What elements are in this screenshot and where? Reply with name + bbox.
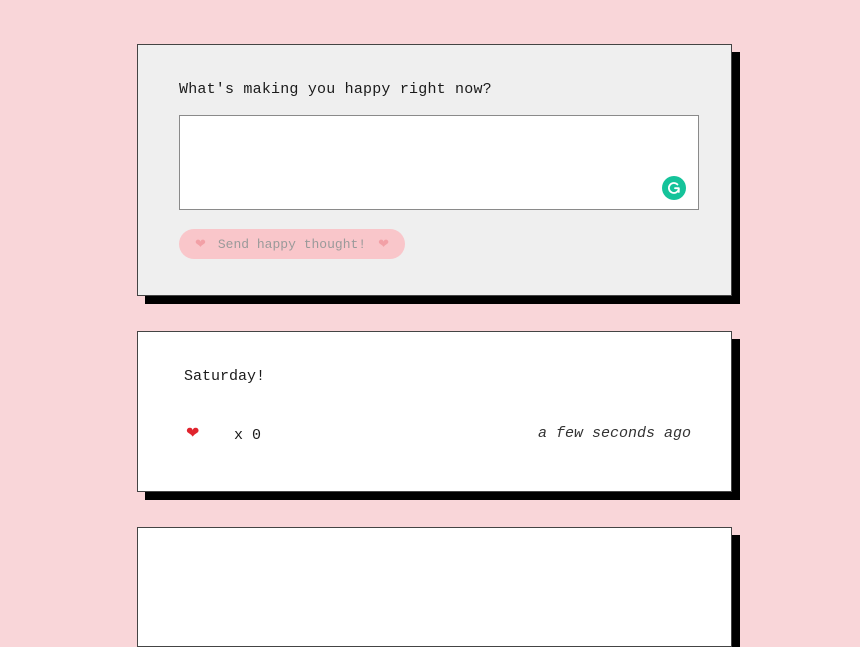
like-count: x 0 (234, 427, 262, 444)
like-button[interactable]: ❤ (186, 424, 199, 444)
compose-prompt: What's making you happy right now? (179, 81, 492, 98)
thought-card (137, 527, 732, 647)
thought-timestamp: a few seconds ago (537, 425, 691, 442)
heart-icon: ❤ (194, 236, 206, 252)
heart-icon: ❤ (186, 425, 200, 442)
thought-input[interactable] (180, 116, 698, 209)
send-thought-button[interactable]: ❤ Send happy thought! ❤ (179, 229, 405, 259)
send-button-label: Send happy thought! (217, 236, 367, 252)
thought-input-wrapper (179, 115, 699, 210)
thought-card: Saturday! ❤ x 0 a few seconds ago (137, 331, 732, 492)
grammarly-icon[interactable] (662, 176, 686, 200)
thought-message: Saturday! (184, 368, 266, 385)
heart-icon: ❤ (378, 236, 390, 252)
compose-card: What's making you happy right now? ❤ Sen… (137, 44, 732, 296)
